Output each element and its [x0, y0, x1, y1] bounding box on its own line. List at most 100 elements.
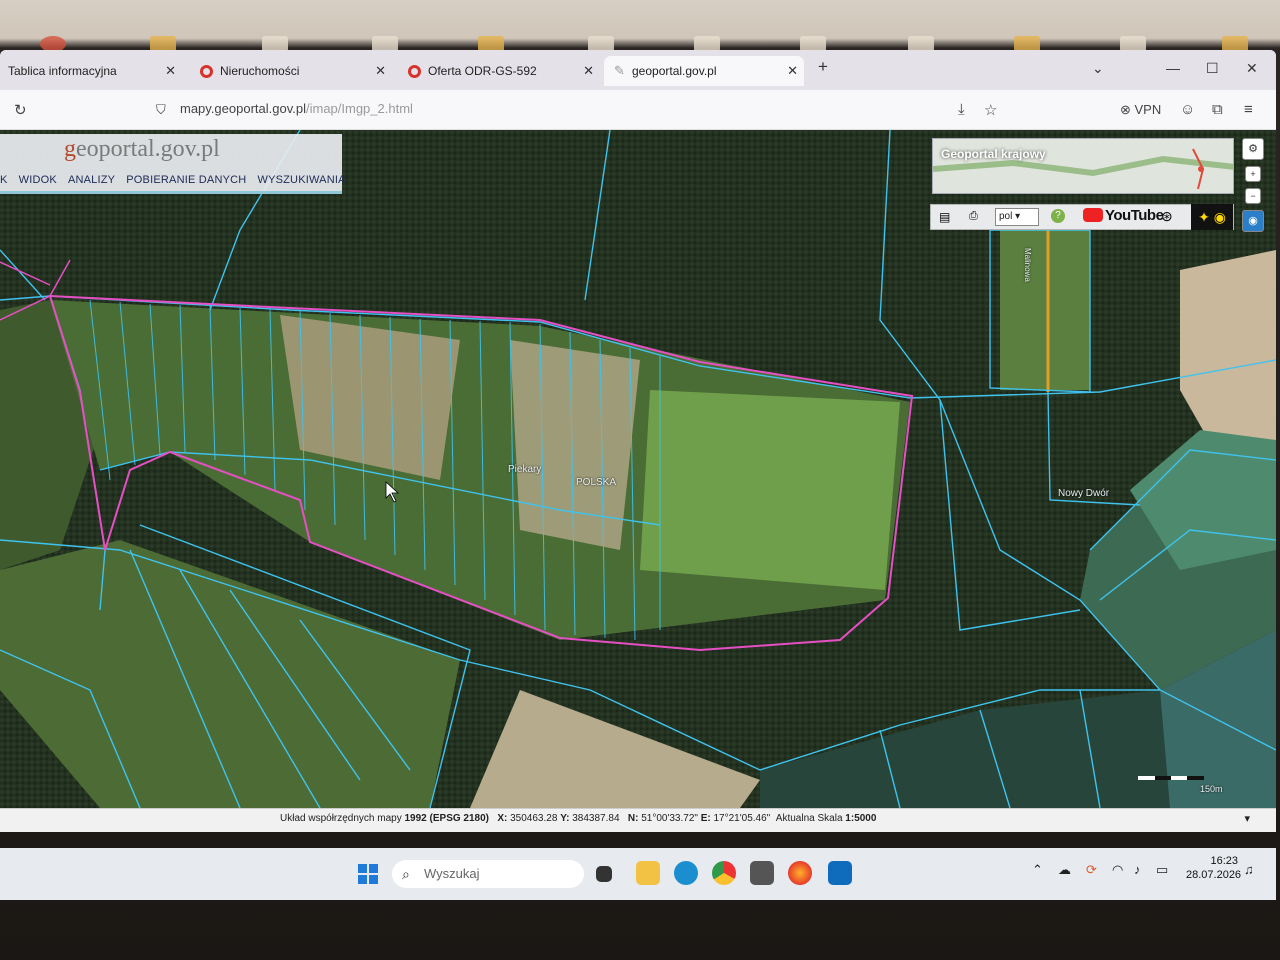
battery-icon[interactable]: ▭	[1156, 862, 1168, 878]
village-plots	[1000, 220, 1090, 390]
task-view-icon[interactable]	[596, 866, 612, 882]
overview-map[interactable]: Geoportal krajowy	[932, 138, 1234, 194]
firefox-icon[interactable]	[788, 861, 812, 885]
tab-tablica[interactable]: Tablica informacyjna ✕	[0, 56, 182, 86]
volume-icon[interactable]: ♪	[1134, 862, 1141, 877]
scale-bar	[1138, 776, 1204, 780]
maximize-icon[interactable]: ☐	[1206, 60, 1219, 77]
tab-list-chevron-icon[interactable]: ⌄	[1092, 60, 1104, 77]
minimize-icon[interactable]: —	[1166, 60, 1180, 76]
contrast-eye-icon[interactable]: ✦ ◉	[1191, 204, 1233, 230]
vpn-button[interactable]: ⊗ VPN	[1120, 102, 1161, 118]
geoportal-menu: K WIDOK ANALIZY POBIERANIE DANYCH WYSZUK…	[0, 174, 354, 186]
address-toolbar: ↻ ⛉ mapy.geoportal.gov.pl/imap/Imgp_2.ht…	[0, 90, 1276, 130]
site-favicon-icon	[200, 65, 213, 78]
menu-icon[interactable]: ≡	[1244, 101, 1253, 118]
scale-label: Aktualna Skala	[775, 813, 843, 824]
menu-item-k[interactable]: K	[0, 174, 8, 186]
url-path: /imap/Imgp_2.html	[305, 101, 413, 116]
wifi-icon[interactable]: ◠	[1112, 862, 1123, 878]
youtube-link[interactable]: YouTube	[1083, 207, 1164, 224]
e-label: E:	[700, 813, 711, 824]
n-value: 51°00'33.72"	[641, 813, 698, 824]
menu-item-wyszukiwania[interactable]: WYSZUKIWANIA	[257, 174, 345, 186]
map-label-nowy-dwor: Nowy Dwór	[1058, 488, 1110, 499]
sync-icon[interactable]: ⟳	[1086, 862, 1097, 878]
file-explorer-icon[interactable]	[636, 861, 660, 885]
coordinate-statusbar: Układ współrzędnych mapy 1992 (EPSG 2180…	[0, 808, 1276, 832]
tab-nieruchomosci[interactable]: Nieruchomości ✕	[192, 56, 392, 86]
street-label-malinowa: Malinowa	[1023, 248, 1032, 282]
zoom-in-icon[interactable]: +	[1245, 166, 1261, 182]
address-field[interactable]: mapy.geoportal.gov.pl/imap/Imgp_2.html	[180, 101, 413, 116]
x-label: X:	[497, 813, 508, 824]
notification-bell-icon[interactable]: ♫	[1244, 862, 1254, 877]
site-favicon-icon	[408, 65, 421, 78]
chrome-icon[interactable]	[712, 861, 736, 885]
language-select[interactable]: pol ▾	[995, 208, 1039, 226]
browser-window: Tablica informacyjna ✕ Nieruchomości ✕ O…	[0, 50, 1276, 832]
onedrive-icon[interactable]: ☁	[1058, 862, 1071, 878]
legend-icon[interactable]: ▤	[939, 210, 950, 224]
map-label-polska: POLSKA	[576, 477, 617, 488]
n-label: N:	[627, 813, 639, 824]
y-label: Y:	[560, 813, 570, 824]
new-tab-button[interactable]: +	[818, 57, 828, 77]
geoportal-logo[interactable]: geoportal.gov.pl	[64, 136, 220, 163]
store-icon[interactable]	[750, 861, 774, 885]
bookmark-star-icon[interactable]: ☆	[984, 101, 997, 119]
tab-title: geoportal.gov.pl	[632, 64, 717, 78]
tab-oferta[interactable]: Oferta ODR-GS-592 ✕	[400, 56, 600, 86]
crs-label: Układ współrzędnych mapy	[280, 813, 402, 824]
crs-value: 1992 (EPSG 2180)	[404, 813, 490, 824]
close-window-icon[interactable]: ✕	[1246, 60, 1258, 77]
print-icon[interactable]: ⎙	[969, 210, 978, 223]
visibility-eye-icon[interactable]: ◉	[1242, 210, 1264, 232]
clock-time: 16:23	[1210, 855, 1238, 867]
geoportal-favicon-icon: ✎	[614, 63, 625, 78]
taskbar-search-input[interactable]: ⌕ Wyszukaj	[392, 860, 584, 888]
edge-icon[interactable]	[674, 861, 698, 885]
close-icon[interactable]: ✕	[787, 56, 798, 86]
menu-item-analizy[interactable]: ANALIZY	[68, 174, 115, 186]
clock-date: 28.07.2026	[1186, 869, 1242, 881]
photo-of-monitor: Tablica informacyjna ✕ Nieruchomości ✕ O…	[0, 0, 1280, 960]
aerial-map	[0, 130, 1276, 808]
coordinates-readout: Układ współrzędnych mapy 1992 (EPSG 2180…	[280, 813, 876, 824]
menu-item-widok[interactable]: WIDOK	[19, 174, 57, 186]
outlook-icon[interactable]	[828, 861, 852, 885]
x-value: 350463.28	[510, 813, 558, 824]
vpn-label: VPN	[1134, 102, 1162, 117]
geoportal-header: geoportal.gov.pl K WIDOK ANALIZY POBIERA…	[0, 134, 345, 194]
accessibility-icon[interactable]: ⊛	[1161, 208, 1173, 225]
reload-icon[interactable]: ↻	[14, 101, 27, 119]
extensions-icon[interactable]: ⧉	[1212, 101, 1223, 118]
account-icon[interactable]: ☺	[1180, 101, 1195, 118]
map-canvas[interactable]: geoportal.gov.pl K WIDOK ANALIZY POBIERA…	[0, 130, 1276, 808]
tab-title: Tablica informacyjna	[8, 64, 117, 78]
overview-label: Geoportal krajowy	[941, 147, 1046, 161]
close-icon[interactable]: ✕	[583, 56, 594, 86]
geoportal-toolbar: ▤ ⎙ pol ▾ ? YouTube ⊛ ✦ ◉	[930, 204, 1234, 230]
close-icon[interactable]: ✕	[375, 56, 386, 86]
tray-chevron-icon[interactable]: ⌃	[1032, 862, 1043, 878]
zoom-out-icon[interactable]: −	[1245, 188, 1261, 204]
close-icon[interactable]: ✕	[165, 56, 176, 86]
help-icon[interactable]: ?	[1051, 209, 1065, 223]
scale-value: 1:5000	[845, 813, 877, 824]
windows-taskbar: ⌕ Wyszukaj ⌃ ☁ ⟳ ◠ ♪ ▭ 16:23 28.07.2026 …	[0, 848, 1276, 900]
taskbar-clock[interactable]: 16:23 28.07.2026	[1186, 854, 1242, 882]
scale-bar-label: 150m	[1200, 784, 1223, 794]
start-windows-icon[interactable]	[358, 864, 378, 884]
tab-bar: Tablica informacyjna ✕ Nieruchomości ✕ O…	[0, 50, 1276, 90]
menu-item-pobieranie-danych[interactable]: POBIERANIE DANYCH	[126, 174, 246, 186]
map-tools-icon[interactable]: ⚙	[1242, 138, 1264, 160]
youtube-label: YouTube	[1105, 207, 1164, 224]
tab-title: Oferta ODR-GS-592	[428, 64, 537, 78]
language-value: pol	[999, 211, 1013, 222]
tab-geoportal[interactable]: ✎ geoportal.gov.pl ✕	[604, 56, 804, 86]
collapse-chevron-icon[interactable]: ▾	[1244, 812, 1250, 825]
search-icon: ⌕	[402, 866, 410, 882]
download-icon[interactable]: ⤓	[958, 101, 965, 118]
shield-icon[interactable]: ⛉	[156, 102, 166, 118]
